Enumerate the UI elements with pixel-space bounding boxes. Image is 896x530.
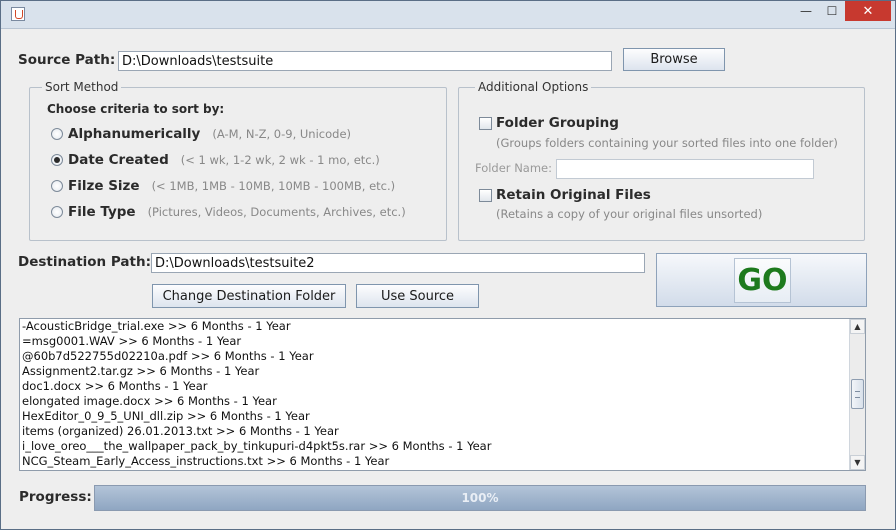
folder-name-input[interactable] bbox=[556, 159, 814, 179]
option-file-type[interactable]: File Type (Pictures, Videos, Documents, … bbox=[51, 203, 406, 221]
retain-original-checkbox[interactable] bbox=[479, 189, 492, 202]
progress-text: 100% bbox=[461, 491, 499, 505]
log-line: Assignment2.tar.gz >> 6 Months - 1 Year bbox=[22, 364, 260, 378]
log-line: doc1.docx >> 6 Months - 1 Year bbox=[22, 379, 208, 393]
radio-date-created[interactable] bbox=[51, 154, 63, 166]
source-path-input[interactable]: D:\Downloads\testsuite bbox=[118, 51, 612, 71]
log-line: NCG_Steam_Early_Access_instructions.txt … bbox=[22, 454, 390, 468]
destination-path-input[interactable]: D:\Downloads\testsuite2 bbox=[151, 253, 645, 273]
go-label: GO bbox=[734, 258, 791, 303]
retain-original-hint: (Retains a copy of your original files u… bbox=[496, 207, 763, 221]
log-line: elongated image.docx >> 6 Months - 1 Yea… bbox=[22, 394, 277, 408]
use-source-button[interactable]: Use Source bbox=[356, 284, 479, 308]
sort-method-title: Sort Method bbox=[42, 80, 122, 94]
log-line: i_love_oreo___the_wallpaper_pack_by_tink… bbox=[22, 439, 492, 453]
option-hint: (Pictures, Videos, Documents, Archives, … bbox=[147, 205, 406, 219]
scroll-down-arrow-icon[interactable]: ▼ bbox=[850, 455, 865, 470]
additional-options-title: Additional Options bbox=[475, 80, 592, 94]
destination-path-label: Destination Path: bbox=[18, 254, 151, 270]
folder-grouping-label[interactable]: Folder Grouping bbox=[496, 115, 619, 131]
option-label: Alphanumerically bbox=[68, 126, 201, 142]
radio-file-size[interactable] bbox=[51, 180, 63, 192]
option-hint: (< 1MB, 1MB - 10MB, 10MB - 100MB, etc.) bbox=[151, 179, 396, 193]
radio-alphanumeric[interactable] bbox=[51, 128, 63, 140]
criteria-label: Choose criteria to sort by: bbox=[47, 102, 225, 116]
browse-button[interactable]: Browse bbox=[623, 48, 725, 71]
title-bar[interactable]: — ☐ ✕ bbox=[1, 1, 895, 29]
close-button[interactable]: ✕ bbox=[845, 1, 891, 21]
app-window: — ☐ ✕ Source Path: D:\Downloads\testsuit… bbox=[0, 0, 896, 530]
log-line: items (organized) 26.01.2013.txt >> 6 Mo… bbox=[22, 424, 339, 438]
log-line: @60b7d522755d02210a.pdf >> 6 Months - 1 … bbox=[22, 349, 314, 363]
scroll-thumb[interactable] bbox=[851, 379, 864, 409]
option-file-size[interactable]: Filze Size (< 1MB, 1MB - 10MB, 10MB - 10… bbox=[51, 177, 395, 195]
progress-bar: 100% bbox=[94, 485, 866, 511]
radio-file-type[interactable] bbox=[51, 206, 63, 218]
option-alphanumeric[interactable]: Alphanumerically (A-M, N-Z, 0-9, Unicode… bbox=[51, 125, 351, 143]
progress-label: Progress: bbox=[19, 489, 92, 505]
log-line: =msg0001.WAV >> 6 Months - 1 Year bbox=[22, 334, 242, 348]
folder-grouping-checkbox[interactable] bbox=[479, 117, 492, 130]
option-label: File Type bbox=[68, 204, 136, 220]
option-label: Filze Size bbox=[68, 178, 140, 194]
option-date-created[interactable]: Date Created (< 1 wk, 1-2 wk, 2 wk - 1 m… bbox=[51, 151, 380, 169]
folder-grouping-hint: (Groups folders containing your sorted f… bbox=[496, 136, 838, 150]
go-button[interactable]: GO bbox=[656, 253, 867, 307]
source-path-label: Source Path: bbox=[18, 52, 116, 68]
log-lines: -AcousticBridge_trial.exe >> 6 Months - … bbox=[22, 319, 848, 469]
scroll-up-arrow-icon[interactable]: ▲ bbox=[850, 319, 865, 334]
option-hint: (< 1 wk, 1-2 wk, 2 wk - 1 mo, etc.) bbox=[180, 153, 380, 167]
minimize-button[interactable]: — bbox=[793, 1, 819, 21]
log-line: HexEditor_0_9_5_UNI_dll.zip >> 6 Months … bbox=[22, 409, 310, 423]
retain-original-label[interactable]: Retain Original Files bbox=[496, 187, 651, 203]
log-text-area[interactable]: -AcousticBridge_trial.exe >> 6 Months - … bbox=[19, 318, 866, 471]
change-destination-button[interactable]: Change Destination Folder bbox=[152, 284, 346, 308]
folder-name-label: Folder Name: bbox=[475, 161, 552, 175]
log-scrollbar[interactable]: ▲ ▼ bbox=[849, 319, 865, 470]
option-label: Date Created bbox=[68, 152, 169, 168]
log-line: -AcousticBridge_trial.exe >> 6 Months - … bbox=[22, 319, 291, 333]
maximize-button[interactable]: ☐ bbox=[819, 1, 845, 21]
java-app-icon bbox=[11, 7, 25, 21]
option-hint: (A-M, N-Z, 0-9, Unicode) bbox=[212, 127, 351, 141]
